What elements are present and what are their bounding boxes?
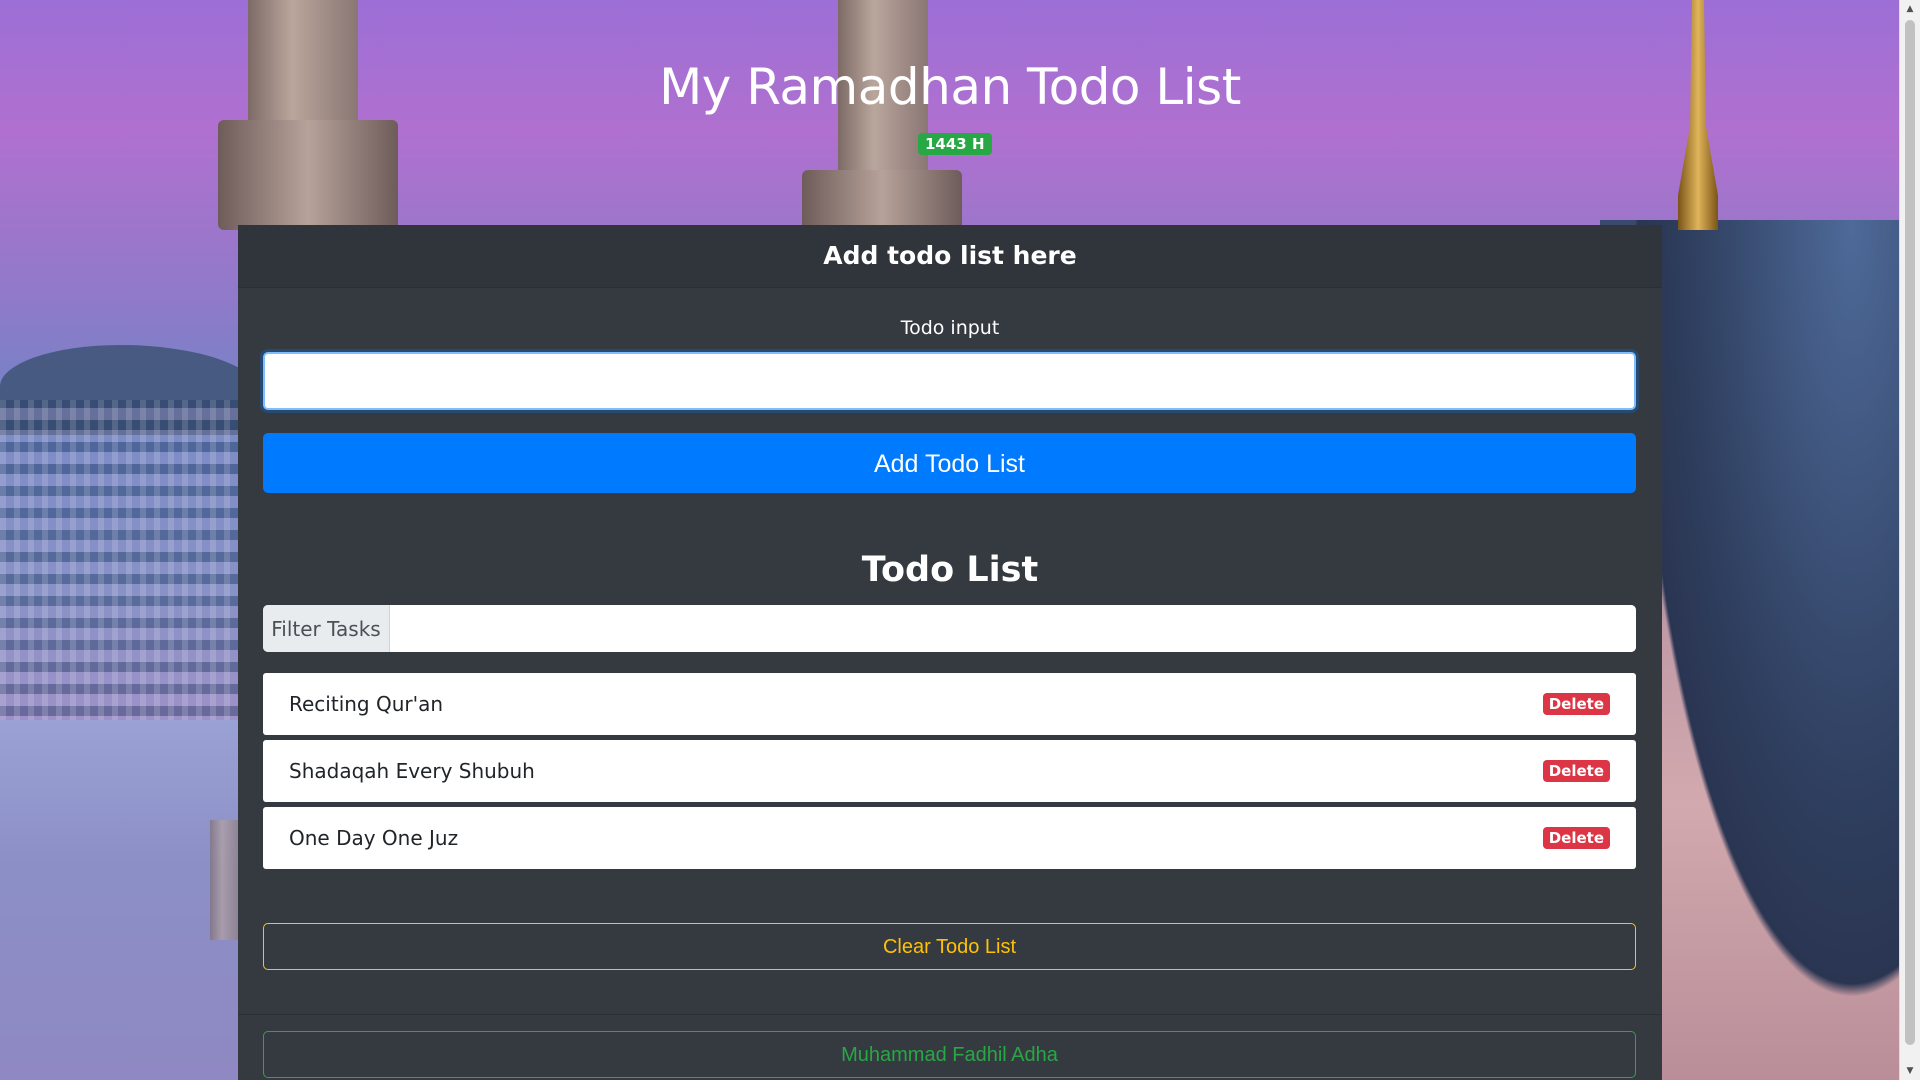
year-badge: 1443 H <box>918 133 992 155</box>
list-item: One Day One Juz Delete <box>263 807 1636 869</box>
footer-divider <box>238 1014 1662 1015</box>
todo-input[interactable] <box>263 352 1636 410</box>
triangle-down-icon[interactable]: ▼ <box>1900 1062 1920 1080</box>
background-minaret-left-balcony <box>218 120 398 230</box>
todo-item-text: Shadaqah Every Shubuh <box>289 759 535 783</box>
todo-list: Reciting Qur'an Delete Shadaqah Every Sh… <box>263 673 1636 874</box>
page-scrollbar[interactable]: ▲ ▼ <box>1899 0 1920 1080</box>
list-item: Reciting Qur'an Delete <box>263 673 1636 735</box>
scrollbar-thumb[interactable] <box>1905 20 1915 1045</box>
todo-input-label: Todo input <box>900 317 1000 339</box>
background-minaret-far <box>210 820 240 940</box>
delete-button[interactable]: Delete <box>1542 760 1610 782</box>
filter-input[interactable] <box>390 605 1636 652</box>
todo-item-text: Reciting Qur'an <box>289 692 444 716</box>
list-item: Shadaqah Every Shubuh Delete <box>263 740 1636 802</box>
todo-card: Add todo list here Todo input Add Todo L… <box>238 225 1662 1080</box>
todo-list-title: Todo List <box>861 550 1039 590</box>
filter-label: Filter Tasks <box>263 605 390 652</box>
delete-button[interactable]: Delete <box>1542 693 1610 715</box>
todo-item-text: One Day One Juz <box>289 826 459 850</box>
author-link-button[interactable]: Muhammad Fadhil Adha <box>263 1031 1636 1078</box>
page-title: My Ramadhan Todo List <box>659 58 1241 116</box>
filter-group: Filter Tasks <box>263 605 1636 652</box>
background-city <box>0 400 240 760</box>
add-todo-button[interactable]: Add Todo List <box>263 433 1636 493</box>
page: My Ramadhan Todo List 1443 H Add todo li… <box>0 0 1920 1080</box>
triangle-up-icon[interactable]: ▲ <box>1900 0 1920 18</box>
card-header: Add todo list here <box>238 225 1662 288</box>
background-minaret-center-balcony <box>802 170 962 230</box>
clear-todo-button[interactable]: Clear Todo List <box>263 923 1636 970</box>
delete-button[interactable]: Delete <box>1542 827 1610 849</box>
